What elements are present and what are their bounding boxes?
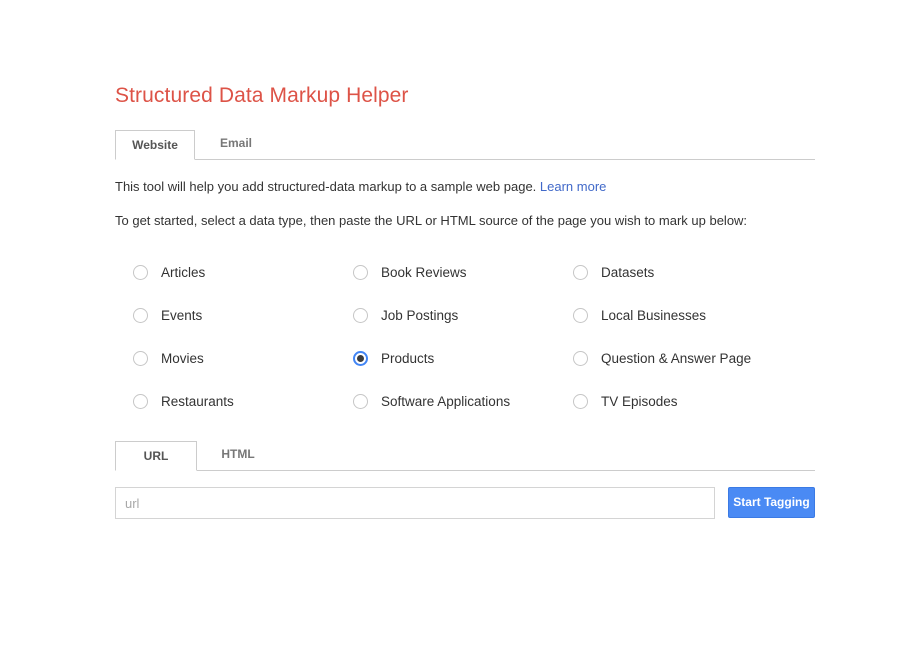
radio-label: Products [381,351,435,366]
radio-circle-selected-icon [353,351,368,366]
radio-label: Question & Answer Page [601,351,752,366]
radio-articles[interactable]: Articles [133,251,353,294]
radio-label: Book Reviews [381,265,467,280]
tab-html[interactable]: HTML [205,441,271,470]
source-input-row: Start Tagging [115,487,815,519]
tab-website[interactable]: Website [115,130,195,160]
data-type-column-3: Datasets Local Businesses Question & Ans… [573,251,823,423]
radio-label: Events [161,308,203,323]
radio-circle-icon [353,265,368,280]
radio-label: Restaurants [161,394,234,409]
radio-circle-icon [133,265,148,280]
radio-circle-icon [353,308,368,323]
intro-line-1: This tool will help you add structured-d… [115,178,606,196]
data-type-column-2: Book Reviews Job Postings Products Softw… [353,251,573,423]
tab-url[interactable]: URL [115,441,197,471]
radio-circle-icon [573,351,588,366]
radio-book-reviews[interactable]: Book Reviews [353,251,573,294]
radio-circle-icon [573,308,588,323]
radio-circle-icon [573,265,588,280]
radio-local-businesses[interactable]: Local Businesses [573,294,823,337]
radio-circle-icon [133,308,148,323]
main-tabstrip: Website Email [115,130,815,160]
data-type-column-1: Articles Events Movies Restaurants [133,251,353,423]
radio-restaurants[interactable]: Restaurants [133,380,353,423]
radio-label: Movies [161,351,204,366]
radio-datasets[interactable]: Datasets [573,251,823,294]
radio-question-answer-page[interactable]: Question & Answer Page [573,337,823,380]
radio-label: Local Businesses [601,308,707,323]
radio-label: Software Applications [381,394,511,409]
radio-products[interactable]: Products [353,337,573,380]
radio-circle-icon [133,351,148,366]
radio-job-postings[interactable]: Job Postings [353,294,573,337]
url-input[interactable] [115,487,715,519]
learn-more-link[interactable]: Learn more [540,179,606,194]
source-tabstrip: URL HTML [115,441,815,471]
radio-label: Articles [161,265,206,280]
intro-line-1-text: This tool will help you add structured-d… [115,179,537,194]
radio-label: TV Episodes [601,394,678,409]
radio-circle-icon [573,394,588,409]
intro-line-2: To get started, select a data type, then… [115,213,748,228]
radio-circle-icon [353,394,368,409]
radio-label: Datasets [601,265,655,280]
radio-circle-icon [133,394,148,409]
radio-movies[interactable]: Movies [133,337,353,380]
radio-label: Job Postings [381,308,459,323]
page-title: Structured Data Markup Helper [115,84,409,107]
radio-tv-episodes[interactable]: TV Episodes [573,380,823,423]
radio-events[interactable]: Events [133,294,353,337]
tab-email[interactable]: Email [203,130,269,159]
radio-software-applications[interactable]: Software Applications [353,380,573,423]
start-tagging-button[interactable]: Start Tagging [728,487,815,518]
